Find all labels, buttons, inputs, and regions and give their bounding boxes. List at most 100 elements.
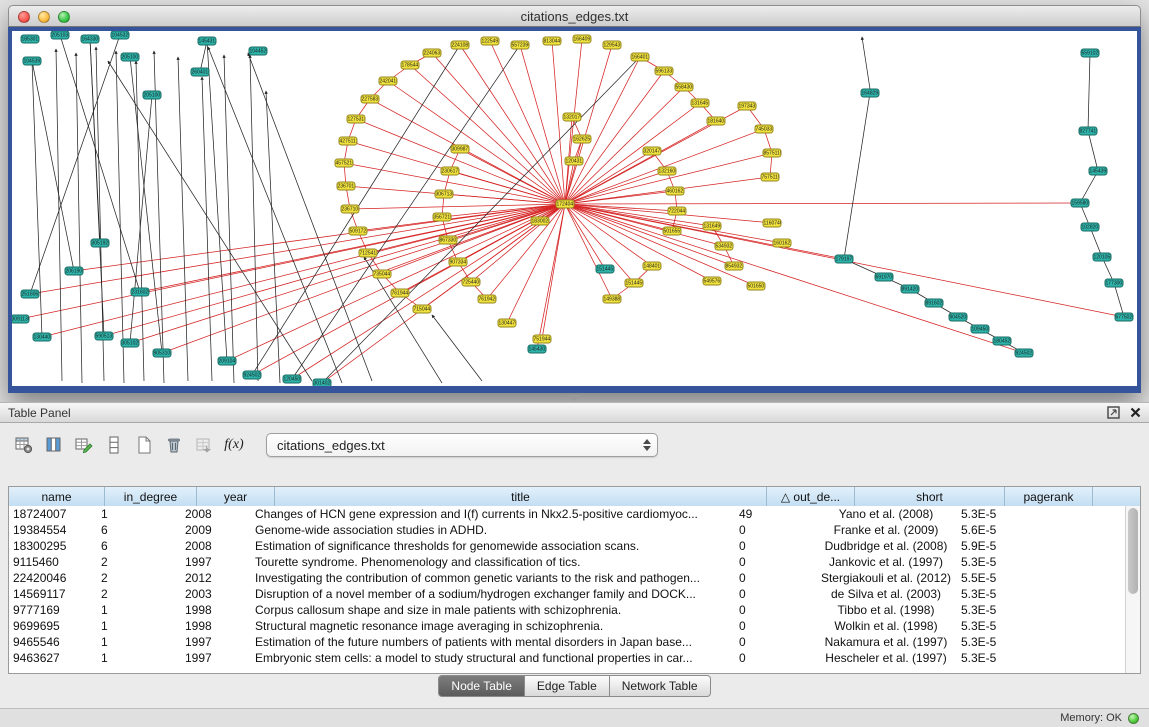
- graph-node[interactable]: 7150448: [413, 305, 432, 314]
- graph-node[interactable]: 8277410: [1079, 127, 1098, 136]
- graph-node[interactable]: 1724049: [556, 200, 575, 209]
- select-columns-icon[interactable]: [42, 434, 66, 456]
- column-header-year[interactable]: year: [197, 487, 275, 506]
- graph-node[interactable]: 2051002: [143, 91, 162, 100]
- graph-node[interactable]: 1304400: [33, 333, 52, 342]
- table-row[interactable]: 969969511998Structural magnetic resonanc…: [9, 618, 1125, 634]
- graph-node[interactable]: 7350441: [373, 270, 392, 279]
- table-row[interactable]: 946554611997Estimation of the future num…: [9, 634, 1125, 650]
- graph-node[interactable]: 1973433: [738, 102, 757, 111]
- graph-node[interactable]: 7254400: [462, 278, 481, 287]
- graph-node[interactable]: 1514450: [625, 279, 644, 288]
- graph-node[interactable]: 2604010: [191, 68, 210, 77]
- network-canvas[interactable]: 1724049224063817854422420410227583112753…: [12, 31, 1137, 386]
- graph-node[interactable]: 1094500: [971, 325, 990, 334]
- graph-node[interactable]: 1626255: [573, 135, 592, 144]
- graph-node[interactable]: 1454302: [528, 345, 547, 354]
- table-row[interactable]: 1456911722003Disruption of a novel membe…: [9, 586, 1125, 602]
- graph-node[interactable]: 1830020: [531, 217, 550, 226]
- graph-node[interactable]: 2051001: [121, 53, 140, 62]
- tab-node-table[interactable]: Node Table: [438, 675, 525, 697]
- graph-node[interactable]: 1028204: [1081, 223, 1100, 232]
- graph-node[interactable]: 3099872: [451, 145, 470, 154]
- graph-node[interactable]: 2061900: [65, 267, 84, 276]
- graph-node[interactable]: 2367100: [341, 205, 360, 214]
- graph-node[interactable]: 1160740: [763, 219, 782, 228]
- table-scrollbar-thumb[interactable]: [1128, 508, 1138, 594]
- graph-node[interactable]: 1316490: [703, 222, 722, 231]
- graph-node[interactable]: 9045200: [949, 313, 968, 322]
- window-titlebar[interactable]: citations_edges.txt: [8, 5, 1141, 27]
- graph-node[interactable]: 1484013: [643, 262, 662, 271]
- graph-node[interactable]: 1664011: [631, 53, 650, 62]
- graph-node[interactable]: 8575115: [763, 149, 782, 158]
- graph-node[interactable]: 1791970: [835, 255, 854, 264]
- graph-node[interactable]: 1595800: [1071, 199, 1090, 208]
- graph-node[interactable]: 1804520: [993, 337, 1012, 346]
- graph-node[interactable]: 1514455: [596, 265, 615, 274]
- graph-node[interactable]: 4275112: [339, 137, 358, 146]
- graph-node[interactable]: 1320170: [563, 113, 582, 122]
- table-source-select[interactable]: citations_edges.txt: [266, 433, 658, 457]
- graph-node[interactable]: 1316455: [691, 99, 710, 108]
- function-builder-icon[interactable]: f(x): [222, 434, 246, 456]
- graph-node[interactable]: 1643300: [81, 35, 100, 44]
- graph-node[interactable]: 6919700: [875, 273, 894, 282]
- graph-node[interactable]: 5584300: [675, 83, 694, 92]
- select-rows-icon[interactable]: [102, 434, 126, 456]
- column-header-in_degree[interactable]: in_degree: [105, 487, 197, 506]
- table-row[interactable]: 911546021997Tourette syndrome. Phenomeno…: [9, 554, 1125, 570]
- graph-node[interactable]: 2051033: [51, 31, 70, 40]
- close-panel-icon[interactable]: [1130, 407, 1141, 418]
- graph-node[interactable]: 5349321: [715, 242, 734, 251]
- graph-node[interactable]: 1321600: [658, 167, 677, 176]
- graph-node[interactable]: 9245020: [243, 371, 262, 380]
- graph-node[interactable]: 2275831: [361, 95, 380, 104]
- graph-node[interactable]: 6775020: [1115, 313, 1134, 322]
- graph-node[interactable]: 8673302: [439, 236, 458, 245]
- graph-node[interactable]: 8914200: [901, 285, 920, 294]
- graph-node[interactable]: 1045320: [111, 31, 130, 40]
- graph-node[interactable]: 1304470: [498, 319, 517, 328]
- column-header-out_de[interactable]: △ out_de...: [767, 487, 855, 506]
- graph-node[interactable]: 1493889: [603, 295, 622, 304]
- graph-node[interactable]: 3014020: [313, 379, 332, 387]
- graph-node[interactable]: 1204312: [565, 157, 584, 166]
- graph-node[interactable]: 4575210: [335, 159, 354, 168]
- graph-node[interactable]: 7619420: [478, 295, 497, 304]
- table-scrollbar[interactable]: [1125, 506, 1140, 673]
- graph-node[interactable]: 3067130: [435, 190, 454, 199]
- table-settings-icon[interactable]: [12, 434, 36, 456]
- tab-edge-table[interactable]: Edge Table: [525, 675, 610, 697]
- graph-node[interactable]: 1275314: [347, 115, 366, 124]
- table-row[interactable]: 977716911998Corpus callosum shape and si…: [9, 602, 1125, 618]
- graph-node[interactable]: 1816403: [707, 117, 726, 126]
- graph-node[interactable]: 3567210: [433, 213, 452, 222]
- graph-node[interactable]: 1201050: [1093, 253, 1112, 262]
- graph-node[interactable]: 5961339: [655, 67, 674, 76]
- float-panel-icon[interactable]: [1107, 406, 1120, 419]
- graph-node[interactable]: 8916020: [925, 299, 944, 308]
- column-header-title[interactable]: title: [275, 487, 767, 506]
- graph-node[interactable]: 1225493: [481, 37, 500, 46]
- zoom-window-button[interactable]: [58, 11, 70, 23]
- graph-node[interactable]: 5591020: [1081, 49, 1100, 58]
- minimize-window-button[interactable]: [38, 11, 50, 23]
- graph-node[interactable]: 3051920: [91, 239, 110, 248]
- graph-node[interactable]: 3091130: [12, 315, 30, 324]
- graph-node[interactable]: 1454390: [1089, 167, 1108, 176]
- graph-node[interactable]: 7450333: [755, 125, 774, 134]
- graph-node[interactable]: 1454311: [198, 37, 217, 46]
- graph-node[interactable]: 1773003: [1105, 279, 1124, 288]
- table-row[interactable]: 1938455462009Genome-wide association stu…: [9, 522, 1125, 538]
- graph-node[interactable]: 5495766: [703, 277, 722, 286]
- graph-node[interactable]: 9073341: [449, 258, 468, 267]
- graph-node[interactable]: 5905132: [95, 332, 114, 341]
- graph-node[interactable]: 7519444: [533, 335, 552, 344]
- graph-node[interactable]: 5572390: [511, 41, 530, 50]
- graph-node[interactable]: 3201473: [643, 147, 662, 156]
- graph-node[interactable]: 8549322: [725, 262, 744, 271]
- graph-node[interactable]: 7220449: [668, 207, 687, 216]
- graph-node[interactable]: 2420410: [379, 77, 398, 86]
- graph-node[interactable]: 1664092: [573, 35, 592, 44]
